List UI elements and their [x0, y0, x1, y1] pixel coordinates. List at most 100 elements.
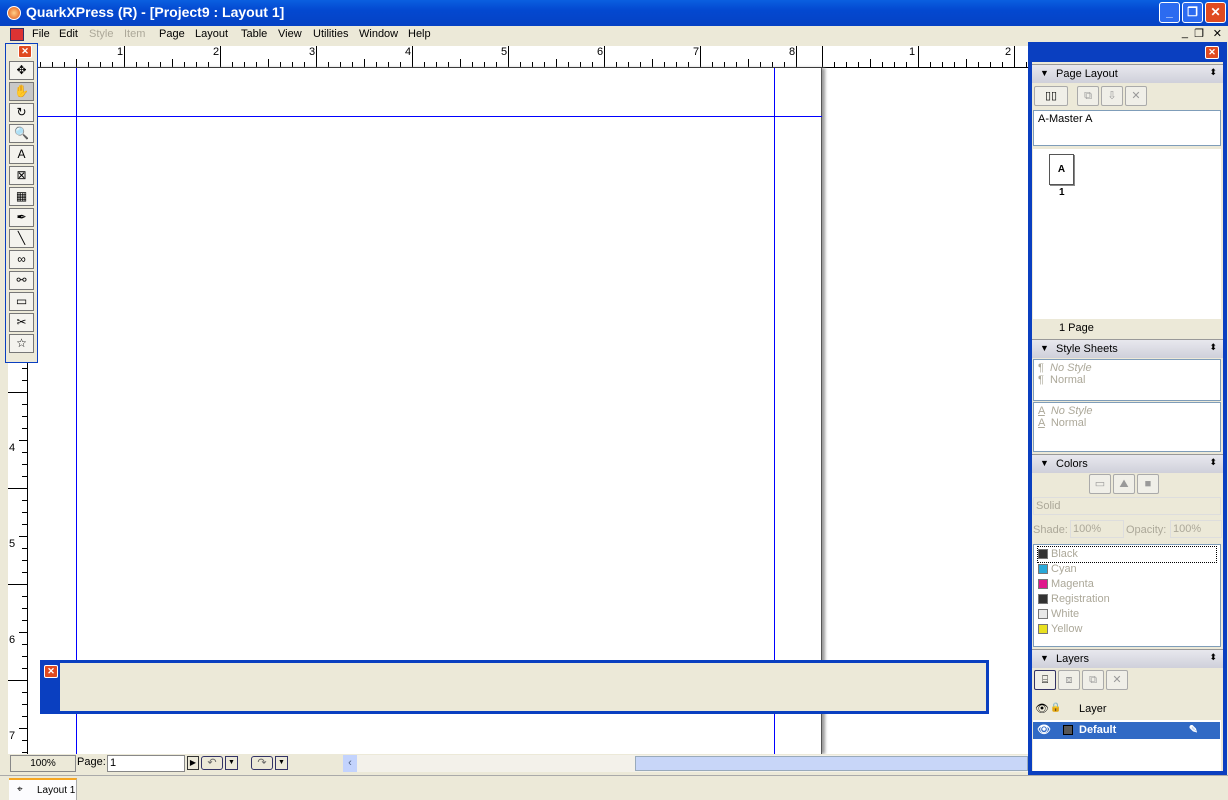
content-tool-icon[interactable]: ✋: [9, 82, 34, 101]
colors-header[interactable]: Colors ⬍: [1032, 454, 1223, 473]
page-menu-button[interactable]: ▶: [187, 756, 199, 770]
redo-button[interactable]: ↷: [251, 756, 273, 770]
colors-list[interactable]: Black Cyan Magenta Registration White Yellow: [1033, 544, 1221, 647]
menu-table[interactable]: Table: [241, 28, 267, 40]
master-page-item[interactable]: A-Master A: [1038, 113, 1092, 125]
delete-page-button[interactable]: ✕: [1125, 86, 1147, 106]
page-layout-header[interactable]: Page Layout ⬍: [1032, 64, 1223, 83]
close-icon[interactable]: ✕: [1205, 46, 1219, 59]
color-item[interactable]: Black: [1037, 546, 1217, 563]
pages-list[interactable]: A 1: [1033, 149, 1221, 319]
picture-box-tool-icon[interactable]: ⊠: [9, 166, 34, 185]
scissors-tool-icon[interactable]: ✂: [9, 313, 34, 332]
zoom-field[interactable]: 100%: [10, 755, 76, 772]
color-item[interactable]: White: [1038, 607, 1216, 622]
fill-type-select[interactable]: Solid: [1033, 497, 1221, 515]
color-item[interactable]: Registration: [1038, 592, 1216, 607]
duplicate-page-button[interactable]: ⧉: [1077, 86, 1099, 106]
background-color-button[interactable]: ■: [1137, 474, 1159, 494]
measurements-content: [60, 663, 986, 711]
restore-button[interactable]: ❐: [1182, 2, 1203, 23]
color-item[interactable]: Yellow: [1038, 622, 1216, 637]
horizontal-ruler[interactable]: 1 2 3 4 5 6 7 8 1 2: [28, 46, 1028, 68]
character-styles-list[interactable]: A No Style A Normal: [1033, 402, 1221, 452]
document-page[interactable]: [28, 68, 822, 754]
character-style-item[interactable]: A No Style: [1038, 405, 1216, 417]
unlinking-tool-icon[interactable]: ⚯: [9, 271, 34, 290]
ruler-tick: [22, 608, 27, 609]
color-item[interactable]: Magenta: [1038, 577, 1216, 592]
paragraph-styles-list[interactable]: ¶ No Style ¶ Normal: [1033, 359, 1221, 401]
frame-color-button[interactable]: ▭: [1089, 474, 1111, 494]
redo-menu-button[interactable]: ▼: [275, 756, 288, 770]
expand-icon[interactable]: ⬍: [1209, 342, 1217, 353]
line-tool-icon[interactable]: ╲: [9, 229, 34, 248]
color-swatch: [1038, 579, 1048, 590]
horizontal-scrollbar[interactable]: ‹: [343, 755, 1028, 772]
character-style-item[interactable]: A Normal: [1038, 417, 1216, 429]
new-layer-button[interactable]: ⌸: [1034, 670, 1056, 690]
table-tool-icon[interactable]: ▦: [9, 187, 34, 206]
new-page-button[interactable]: ▯▯: [1034, 86, 1068, 106]
menu-help[interactable]: Help: [408, 28, 431, 40]
menu-view[interactable]: View: [278, 28, 302, 40]
text-box-tool-icon[interactable]: A: [9, 145, 34, 164]
delete-layer-button[interactable]: ✕: [1106, 670, 1128, 690]
undo-menu-button[interactable]: ▼: [225, 756, 238, 770]
layer-row-default[interactable]: 👁 Default ✎: [1033, 722, 1220, 739]
menu-edit[interactable]: Edit: [59, 28, 78, 40]
layout-icon: ⌖: [17, 784, 23, 795]
menu-window[interactable]: Window: [359, 28, 398, 40]
scrollbar-thumb[interactable]: [635, 756, 1028, 771]
zoom-tool-icon[interactable]: 🔍: [9, 124, 34, 143]
opacity-field[interactable]: 100%: [1170, 520, 1222, 538]
menu-item[interactable]: Item: [124, 28, 145, 40]
doc-close-icon[interactable]: ✕: [1213, 27, 1222, 40]
close-button[interactable]: ✕: [1205, 2, 1226, 23]
bezier-pen-tool-icon[interactable]: ✒: [9, 208, 34, 227]
layers-list[interactable]: 👁 Default ✎: [1033, 720, 1221, 771]
rotation-tool-icon[interactable]: ↻: [9, 103, 34, 122]
shade-field[interactable]: 100%: [1070, 520, 1124, 538]
layers-header[interactable]: Layers ⬍: [1032, 649, 1223, 668]
expand-icon[interactable]: ⬍: [1209, 652, 1217, 663]
paragraph-style-item[interactable]: ¶ Normal: [1038, 374, 1216, 386]
menu-file[interactable]: File: [32, 28, 50, 40]
master-pages-list[interactable]: A-Master A: [1033, 110, 1221, 146]
close-icon[interactable]: ✕: [18, 45, 32, 58]
merge-layers-button[interactable]: ⧉: [1082, 670, 1104, 690]
item-tool-icon[interactable]: ✥: [9, 61, 34, 80]
canvas[interactable]: [28, 68, 1028, 754]
page-thumbnail[interactable]: A: [1049, 154, 1074, 185]
minimize-button[interactable]: _: [1159, 2, 1180, 23]
visibility-icon[interactable]: 👁: [1037, 723, 1051, 736]
expand-icon[interactable]: ⬍: [1209, 67, 1217, 78]
paragraph-style-item[interactable]: ¶ No Style: [1038, 362, 1216, 374]
ruler-tick: [580, 62, 581, 67]
tab-layout-1[interactable]: ⌖ Layout 1: [9, 778, 77, 800]
color-item[interactable]: Cyan: [1038, 562, 1216, 577]
menu-utilities[interactable]: Utilities: [313, 28, 348, 40]
doc-restore-icon[interactable]: ❐: [1194, 27, 1204, 40]
menu-layout[interactable]: Layout: [195, 28, 228, 40]
composition-zone-tool-icon[interactable]: ▭: [9, 292, 34, 311]
document-icon[interactable]: [10, 28, 24, 41]
menu-page[interactable]: Page: [159, 28, 185, 40]
menu-style[interactable]: Style: [89, 28, 113, 40]
move-item-layer-button[interactable]: ⧈: [1058, 670, 1080, 690]
starburst-tool-icon[interactable]: ☆: [9, 334, 34, 353]
page-field[interactable]: 1: [107, 755, 185, 772]
scroll-left-icon[interactable]: ‹: [343, 755, 357, 772]
picture-color-button[interactable]: ⛰: [1113, 474, 1135, 494]
undo-button[interactable]: ↶: [201, 756, 223, 770]
ruler-tick: [652, 59, 653, 67]
apply-master-button[interactable]: ⇩: [1101, 86, 1123, 106]
style-sheets-header[interactable]: Style Sheets ⬍: [1032, 339, 1223, 358]
linking-tool-icon[interactable]: ∞: [9, 250, 34, 269]
expand-icon[interactable]: ⬍: [1209, 457, 1217, 468]
ruler-tick: [942, 62, 943, 67]
close-icon[interactable]: ✕: [44, 665, 58, 678]
colors-title: Colors: [1056, 458, 1088, 470]
visibility-icon: 👁: [1035, 703, 1049, 715]
doc-minimize-icon[interactable]: _: [1182, 27, 1188, 39]
